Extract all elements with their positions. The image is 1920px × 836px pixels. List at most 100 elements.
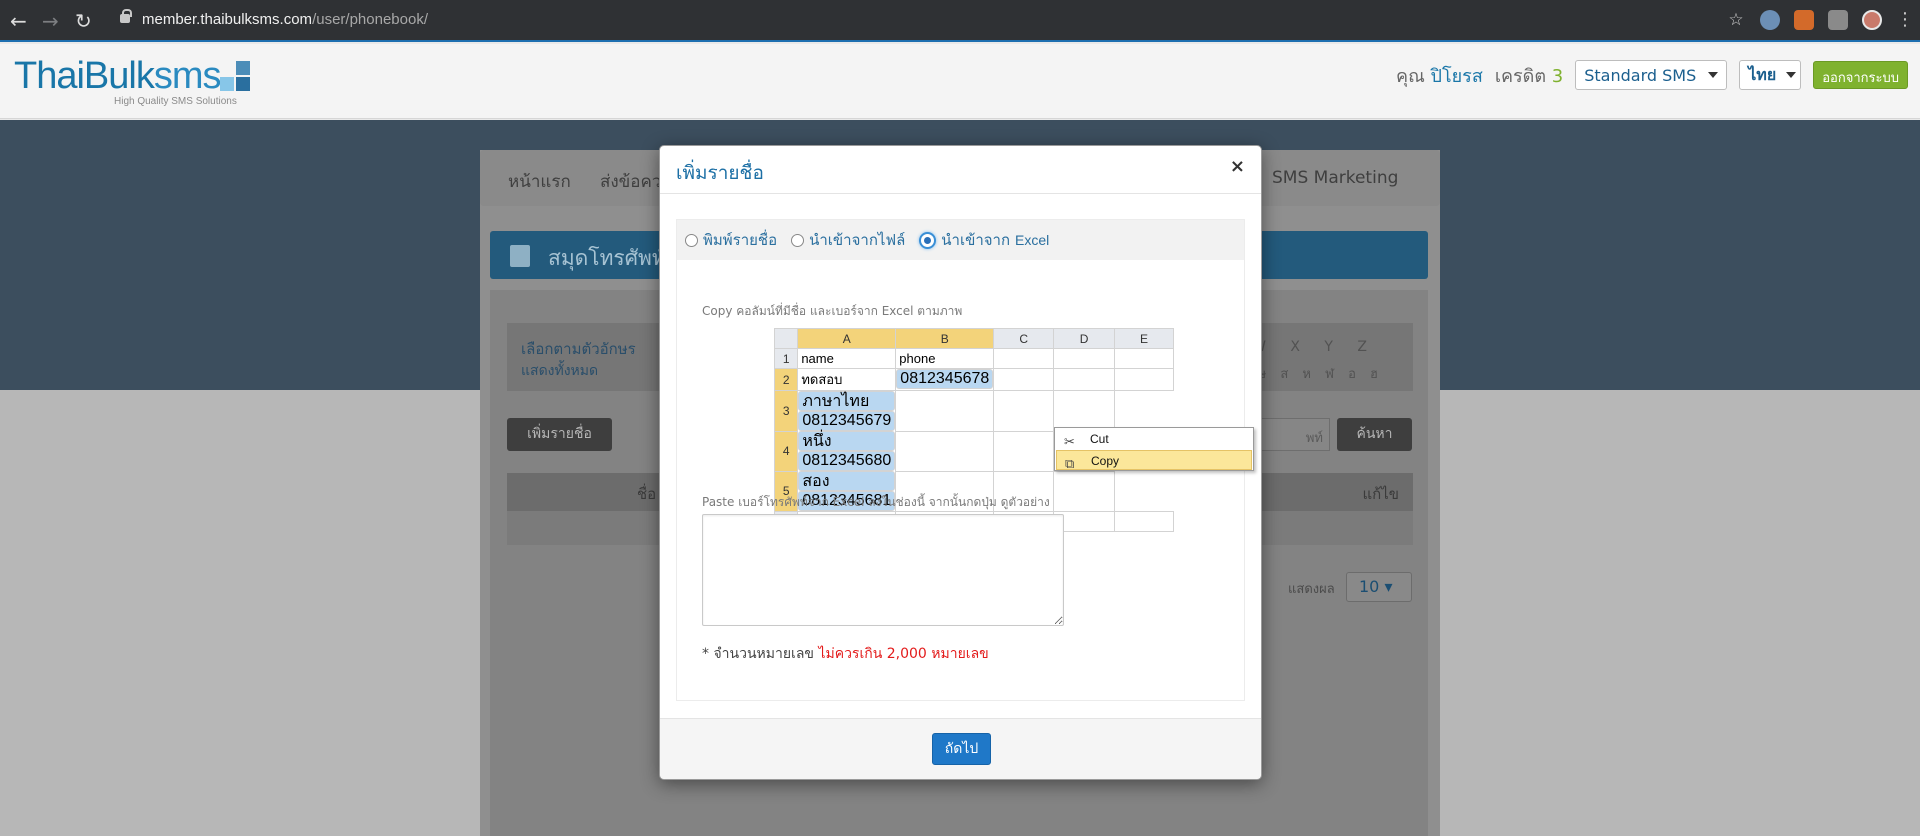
- sms-type-value: Standard SMS: [1584, 65, 1697, 85]
- number-limit-note: * จำนวนหมายเลข ไม่ควรเกิน 2,000 หมายเลข: [702, 643, 989, 665]
- sms-type-select[interactable]: Standard SMS: [1575, 60, 1728, 90]
- row-number: 4: [773, 430, 799, 472]
- row-number: 2: [773, 368, 799, 391]
- add-contact-button[interactable]: เพิ่มรายชื่อ: [507, 418, 612, 451]
- excel-context-menu: ✂ Cut ⧉ Copy: [1054, 427, 1254, 471]
- cell-phone: phone: [895, 348, 995, 369]
- page-size-value: 10: [1359, 577, 1380, 596]
- browser-extensions: ☆ ⋮: [1726, 9, 1914, 30]
- radio-button[interactable]: [791, 233, 805, 247]
- radio-button-selected[interactable]: [919, 231, 937, 249]
- next-button[interactable]: ถัดไป: [932, 733, 991, 765]
- modal-header: เพิ่มรายชื่อ ×: [660, 146, 1261, 194]
- cell-name: หนึ่ง: [798, 431, 896, 451]
- excel-example-image: A B C D E 1 name phone 2 ทดสอบ 081234567…: [773, 328, 1254, 532]
- browser-toolbar: ← → ↻ member.thaibulksms.com/user/phoneb…: [0, 0, 1920, 42]
- logo-text-a: ThaiBulk: [14, 55, 155, 97]
- menu-label: Copy: [1091, 454, 1120, 468]
- extension-fox-icon[interactable]: [1794, 9, 1814, 30]
- nav-sms-marketing[interactable]: SMS Marketing: [1272, 168, 1398, 188]
- credit-display: เครดิต 3: [1495, 61, 1563, 90]
- cell-name: ภาษาไทย: [798, 391, 896, 411]
- limit-prefix: * จำนวนหมายเลข: [702, 646, 814, 662]
- reload-icon[interactable]: ↻: [75, 9, 92, 33]
- import-method-options: พิมพ์รายชื่อ นำเข้าจากไฟล์ นำเข้าจาก Exc…: [677, 220, 1244, 260]
- chevron-down-icon: [1786, 72, 1797, 78]
- option-import-file[interactable]: นำเข้าจากไฟล์: [791, 228, 905, 252]
- cell-name: ทดสอบ: [797, 368, 897, 391]
- column-header: E: [1114, 328, 1174, 349]
- forward-arrow-icon[interactable]: →: [42, 9, 59, 33]
- modal-body: พิมพ์รายชื่อ นำเข้าจากไฟล์ นำเข้าจาก Exc…: [676, 219, 1254, 701]
- option-type-contacts[interactable]: พิมพ์รายชื่อ: [685, 228, 777, 252]
- scissors-icon: ✂: [1064, 434, 1075, 449]
- logo-wordmark: ThaiBulksms: [14, 56, 221, 96]
- radio-button[interactable]: [685, 233, 698, 247]
- page-size-label: แสดงผล: [1288, 582, 1335, 597]
- logout-button[interactable]: ออกจากระบบ: [1813, 61, 1908, 89]
- modal-title: เพิ่มรายชื่อ: [676, 162, 764, 184]
- camera-icon[interactable]: [1828, 9, 1848, 30]
- extension-circle-icon[interactable]: [1760, 9, 1780, 30]
- paste-textarea[interactable]: [702, 514, 1064, 626]
- credit-label: เครดิต: [1494, 65, 1547, 87]
- url-path: /user/phonebook/: [312, 11, 428, 28]
- logo-text-b: sms: [153, 55, 222, 97]
- column-header: C: [993, 328, 1055, 349]
- page-size-select[interactable]: 10 ▾: [1346, 572, 1412, 602]
- option-label: พิมพ์รายชื่อ: [703, 231, 778, 249]
- page-title: สมุดโทรศัพท์: [548, 246, 666, 270]
- limit-warning: ไม่ควรเกิน 2,000 หมายเลข: [818, 646, 989, 662]
- column-name: ชื่อ: [637, 485, 657, 503]
- user-name[interactable]: ปิโยรส: [1431, 66, 1483, 87]
- filter-label: เลือกตามตัวอักษร: [521, 340, 636, 358]
- search-button[interactable]: ค้นหา: [1337, 418, 1412, 451]
- show-all-link[interactable]: แสดงทั้งหมด: [521, 360, 598, 382]
- copy-icon: ⧉: [1065, 456, 1075, 471]
- user-greeting: คุณ ปิโยรส: [1396, 61, 1483, 90]
- context-menu-item-highlighted: ⧉ Copy: [1056, 450, 1252, 471]
- back-arrow-icon[interactable]: ←: [10, 9, 27, 33]
- column-header: A: [797, 328, 897, 349]
- more-menu-icon[interactable]: ⋮: [1896, 9, 1914, 30]
- sheet-corner: [773, 328, 799, 349]
- paste-instruction: Paste เบอร์โทรศัพท์จาก Excel ลงในช่องนี้…: [702, 495, 1050, 509]
- column-header: D: [1053, 328, 1116, 349]
- profile-avatar[interactable]: [1862, 9, 1882, 30]
- credit-value: 3: [1551, 65, 1564, 87]
- add-contacts-modal: เพิ่มรายชื่อ × พิมพ์รายชื่อ นำเข้าจากไฟล…: [659, 145, 1262, 780]
- book-icon: [510, 245, 530, 267]
- header-account: คุณ ปิโยรส เครดิต 3 Standard SMS ไทย ออก…: [1396, 60, 1908, 90]
- copy-instruction: Copy คอลัมน์ที่มีชื่อ และเบอร์จาก Excel …: [702, 304, 963, 318]
- context-menu-item: ✂ Cut: [1056, 429, 1252, 449]
- star-icon[interactable]: ☆: [1726, 10, 1746, 30]
- cell-name: name: [797, 348, 897, 369]
- row-number: 1: [773, 348, 799, 369]
- language-value: ไทย: [1748, 64, 1777, 84]
- lock-icon: [120, 9, 132, 23]
- letter-links[interactable]: W X Y Z: [1252, 339, 1377, 355]
- logo-squares-icon: [220, 61, 250, 91]
- close-icon[interactable]: ×: [1230, 156, 1245, 177]
- logo-tagline: High Quality SMS Solutions: [114, 96, 237, 107]
- thaibulksms-logo[interactable]: ThaiBulksms High Quality SMS Solutions: [14, 56, 250, 107]
- language-select[interactable]: ไทย: [1739, 60, 1802, 90]
- url-host: member.thaibulksms.com: [142, 11, 313, 28]
- nav-home[interactable]: หน้าแรก: [508, 168, 571, 195]
- site-header: ThaiBulksms High Quality SMS Solutions ค…: [0, 44, 1920, 119]
- user-prefix: คุณ: [1396, 65, 1425, 87]
- option-suffix: Excel: [1015, 232, 1050, 248]
- chevron-down-icon: [1708, 72, 1719, 78]
- column-header: B: [895, 328, 995, 349]
- option-import-excel[interactable]: นำเข้าจาก Excel: [919, 228, 1049, 252]
- column-edit: แก้ไข: [1362, 485, 1399, 503]
- modal-footer: ถัดไป: [660, 718, 1261, 779]
- address-bar[interactable]: member.thaibulksms.com/user/phonebook/: [142, 11, 428, 28]
- cell-name: สอง: [798, 471, 896, 491]
- search-input[interactable]: พท์: [1250, 418, 1330, 451]
- menu-label: Cut: [1090, 432, 1109, 446]
- option-label: นำเข้าจาก: [941, 231, 1011, 249]
- row-number: 3: [773, 390, 799, 432]
- cell-phone: 0812345678: [896, 369, 994, 389]
- option-label: นำเข้าจากไฟล์: [809, 231, 906, 249]
